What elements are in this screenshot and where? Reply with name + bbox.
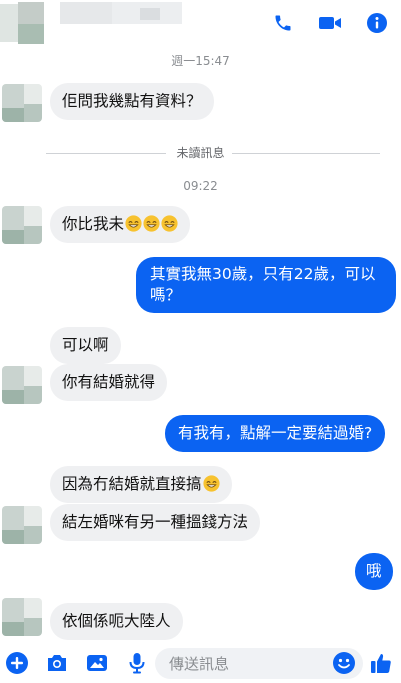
info-icon[interactable] <box>364 10 390 36</box>
message-input[interactable] <box>169 648 329 679</box>
message-text: 你比我未 <box>62 215 125 233</box>
unread-label: 未讀訊息 <box>170 146 231 160</box>
message-input-container[interactable] <box>155 648 363 679</box>
incoming-message[interactable]: 依個係呃大陸人 <box>50 603 183 640</box>
avatar[interactable] <box>2 366 42 404</box>
emoji-icon[interactable] <box>333 652 357 676</box>
plus-icon[interactable] <box>4 650 30 676</box>
timestamp: 週一15:47 <box>171 54 230 68</box>
incoming-message[interactable]: 你比我未 <box>50 206 191 243</box>
incoming-message[interactable]: 你有結婚就得 <box>50 364 168 401</box>
grinning-emoji-icon <box>202 475 220 492</box>
video-camera-icon[interactable] <box>317 10 343 36</box>
grinning-emoji-icon <box>161 215 178 232</box>
incoming-message[interactable]: 佢問我幾點有資料？ <box>50 83 214 120</box>
camera-icon[interactable] <box>44 650 70 676</box>
unread-divider: 未讀訊息 <box>0 145 401 161</box>
message-composer <box>0 644 401 683</box>
grinning-emoji-icon <box>125 215 142 232</box>
chat-header <box>0 0 401 48</box>
grinning-emoji-icon <box>143 215 160 232</box>
avatar[interactable] <box>2 84 42 122</box>
phone-icon[interactable] <box>270 10 296 36</box>
message-text-line: 嗎？ <box>150 286 182 304</box>
microphone-icon[interactable] <box>124 650 150 676</box>
message-text-line: 其實我無30歲，只有22歲，可以 <box>150 265 376 283</box>
outgoing-message[interactable]: 哦 <box>355 553 393 590</box>
thumbs-up-icon[interactable] <box>368 650 394 676</box>
message-text: 因為冇結婚就直接搞 <box>62 475 202 493</box>
contact-name-blurred[interactable] <box>0 0 200 46</box>
incoming-message[interactable]: 因為冇結婚就直接搞 <box>50 466 232 503</box>
image-icon[interactable] <box>84 650 110 676</box>
outgoing-message[interactable]: 其實我無30歲，只有22歲，可以 嗎？ <box>136 257 396 313</box>
outgoing-message[interactable]: 有我有，點解一定要結過婚? <box>165 415 386 452</box>
incoming-message[interactable]: 結左婚咪有另一種搵錢方法 <box>50 504 261 541</box>
avatar[interactable] <box>2 506 42 544</box>
timestamp: 09:22 <box>183 179 218 193</box>
incoming-message[interactable]: 可以啊 <box>50 327 121 364</box>
avatar[interactable] <box>2 206 42 244</box>
avatar[interactable] <box>2 598 42 636</box>
